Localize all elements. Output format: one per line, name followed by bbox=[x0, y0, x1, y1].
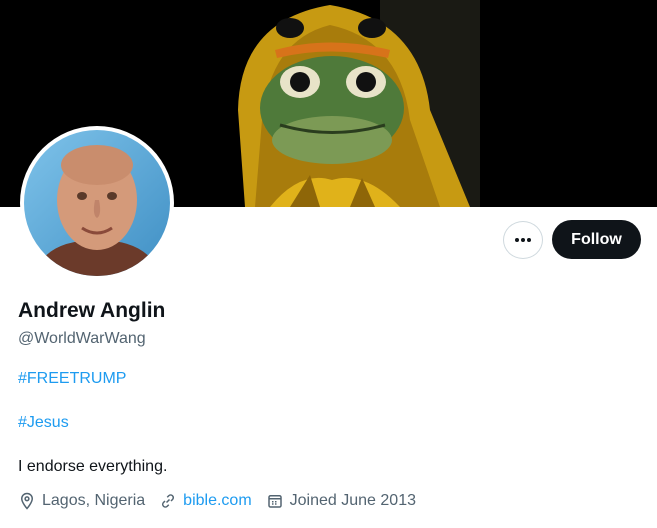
profile-meta: Lagos, Nigeria bible.com Joined June 201… bbox=[18, 490, 430, 512]
profile-avatar[interactable] bbox=[20, 126, 174, 280]
location-pin-icon bbox=[20, 492, 34, 510]
joined-item: Joined June 2013 bbox=[266, 492, 416, 510]
location-item: Lagos, Nigeria bbox=[18, 492, 145, 510]
profile-name: Andrew Anglin bbox=[18, 299, 166, 322]
more-horizontal-icon bbox=[515, 238, 531, 242]
follow-button[interactable]: Follow bbox=[552, 220, 641, 259]
hashtag-freetrump[interactable]: #FREETRUMP bbox=[18, 370, 126, 388]
link-icon bbox=[162, 494, 175, 508]
profile-handle: @WorldWarWang bbox=[18, 330, 146, 347]
more-options-button[interactable] bbox=[503, 221, 543, 259]
joined-text: Joined June 2013 bbox=[289, 492, 416, 509]
website-item[interactable]: bible.com bbox=[159, 492, 252, 510]
calendar-icon bbox=[267, 495, 282, 508]
hashtag-jesus[interactable]: #Jesus bbox=[18, 414, 69, 432]
location-text: Lagos, Nigeria bbox=[42, 492, 146, 509]
website-link[interactable]: bible.com bbox=[183, 492, 251, 510]
avatar-image bbox=[24, 130, 170, 276]
profile-bio: I endorse everything. bbox=[18, 458, 168, 475]
